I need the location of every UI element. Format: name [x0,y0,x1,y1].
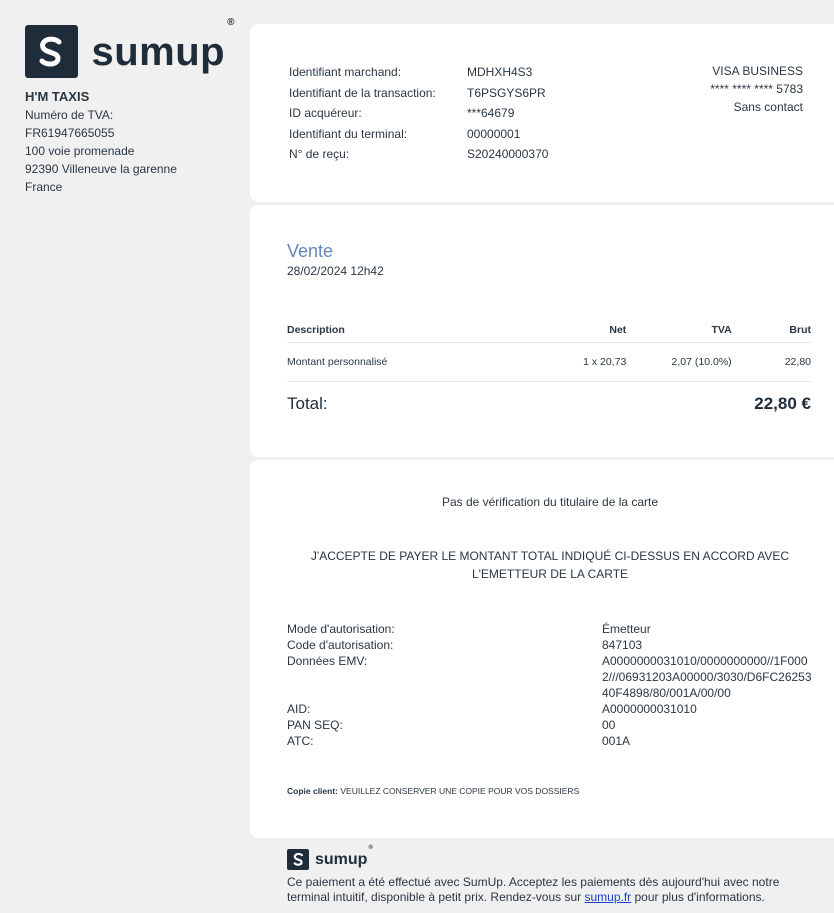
sale-title: Vente [287,241,334,261]
auth-row: PAN SEQ: 00 [287,718,616,732]
detail-row: Identifiant du terminal: 00000001 [289,126,521,141]
detail-row: Identifiant de la transaction: T6PSGYS6PR [289,85,546,100]
col-net: Net [558,318,627,343]
merchant-sidebar: sumup® H'M TAXIS Numéro de TVA: FR619476… [25,16,235,196]
address-line2: 92390 Villeneuve la garenne [25,162,177,176]
footer: sumup® Ce paiement a été effectué avec S… [287,844,807,904]
total-row: Total: 22,80 € [287,394,811,414]
sale-card: Vente 28/02/2024 12h42 Description Net T… [250,205,834,457]
sumup-logo: sumup® [25,16,235,78]
item-net: 1 x 20,73 [558,342,627,382]
table-row: Montant personnalisé 1 x 20,73 2,07 (10.… [287,342,811,382]
col-brut: Brut [731,318,811,343]
sale-date: 28/02/2024 12h42 [287,264,384,278]
items-table: Description Net TVA Brut Montant personn… [287,318,811,382]
authorization-details: Mode d'autorisation: Émetteur Code d'auto… [287,621,812,749]
vat-label: Numéro de TVA: [25,108,114,122]
transaction-details: Identifiant marchand: MDHXH4S3 Identifian… [289,62,548,165]
auth-row: Code d'autorisation: 847103 [287,638,643,652]
sumup-logo-icon [25,25,78,78]
merchant-name: H'M TAXIS [25,89,90,104]
country: France [25,180,63,194]
col-description: Description [287,318,559,343]
auth-row: Mode d'autorisation: Émetteur [287,622,651,636]
footer-text: Ce paiement a été effectué avec SumUp. A… [287,875,780,904]
detail-row: ID acquéreur: ***64679 [289,106,515,120]
copy-text: VEUILLEZ CONSERVER UNE COPIE POUR VOS DO… [340,786,580,796]
card-number: **** **** **** 5783 [710,82,803,96]
item-brut: 22,80 [731,342,811,382]
verification-card: Pas de vérification du titulaire de la c… [250,460,834,838]
table-header: Description Net TVA Brut [287,318,811,343]
detail-row: Identifiant marchand: MDHXH4S3 [289,65,533,79]
auth-row: Données EMV: A0000000031010/0000000000//1… [287,654,812,700]
detail-row: N° de reçu: S20240000370 [289,147,549,161]
transaction-card: Identifiant marchand: MDHXH4S3 Identifian… [250,24,834,202]
copy-label: Copie client: [287,786,339,796]
vat-number: FR61947665055 [25,126,115,140]
footer-sumup-logo: sumup® [287,844,807,870]
card-info: VISA BUSINESS **** **** **** 5783 Sans c… [710,62,803,116]
merchant-details: H'M TAXIS Numéro de TVA: FR61947665055 1… [25,88,235,196]
total-label: Total: [287,394,328,413]
auth-row: ATC: 001A [287,734,631,748]
total-amount: 22,80 € [754,394,811,413]
address-line1: 100 voie promenade [25,144,135,158]
sumup-logo-icon [287,849,309,870]
entry-mode: Sans contact [733,100,803,114]
no-verification-text: Pas de vérification du titulaire de la c… [441,495,659,509]
auth-row: AID: A0000000031010 [287,702,697,716]
sumup-link[interactable]: sumup.fr [584,890,631,904]
acceptance-text: J'ACCEPTE DE PAYER LE MONTANT TOTAL INDI… [310,549,790,581]
card-type: VISA BUSINESS [712,64,803,78]
col-tva: TVA [626,318,732,343]
item-tva: 2,07 (10.0%) [626,342,732,382]
brand-wordmark: sumup® [91,16,235,74]
copy-notice: Copie client: VEUILLEZ CONSERVER UNE COP… [287,786,579,796]
footer-brand-wordmark: sumup® [315,844,373,868]
item-description: Montant personnalisé [287,342,559,382]
